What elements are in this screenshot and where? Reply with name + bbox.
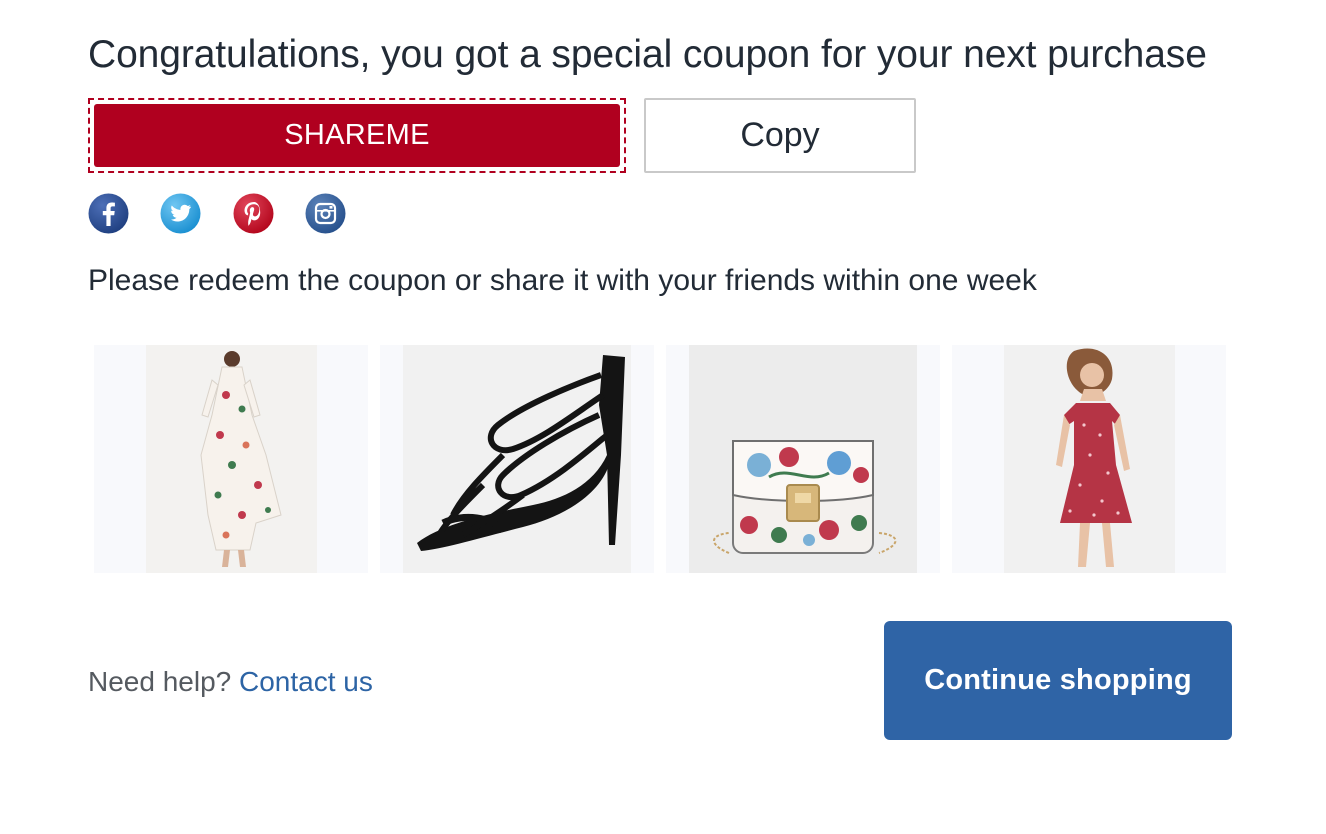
redeem-note: Please redeem the coupon or share it wit…: [88, 264, 1037, 297]
red-floral-mini-dress-image: [1004, 345, 1175, 573]
product-card[interactable]: [94, 345, 368, 573]
copy-button[interactable]: Copy: [644, 98, 916, 173]
help-text: Need help? Contact us: [88, 664, 373, 700]
product-recommendations: [94, 345, 1226, 573]
floral-crossbody-bag-image: [689, 345, 917, 573]
contact-us-link[interactable]: Contact us: [239, 666, 373, 697]
twitter-icon[interactable]: [160, 193, 201, 234]
product-card[interactable]: [952, 345, 1226, 573]
instagram-icon[interactable]: [305, 193, 346, 234]
product-card[interactable]: [666, 345, 940, 573]
continue-shopping-button[interactable]: Continue shopping: [884, 621, 1232, 740]
coupon-code[interactable]: SHAREME: [94, 104, 620, 167]
black-strappy-heel-image: [403, 345, 631, 573]
floral-maxi-dress-image: [146, 345, 317, 573]
page-title: Congratulations, you got a special coupo…: [88, 33, 1207, 76]
product-card[interactable]: [380, 345, 654, 573]
coupon-panel: Congratulations, you got a special coupo…: [88, 0, 1238, 834]
facebook-icon[interactable]: [88, 193, 129, 234]
help-label: Need help?: [88, 666, 232, 697]
pinterest-icon[interactable]: [233, 193, 274, 234]
